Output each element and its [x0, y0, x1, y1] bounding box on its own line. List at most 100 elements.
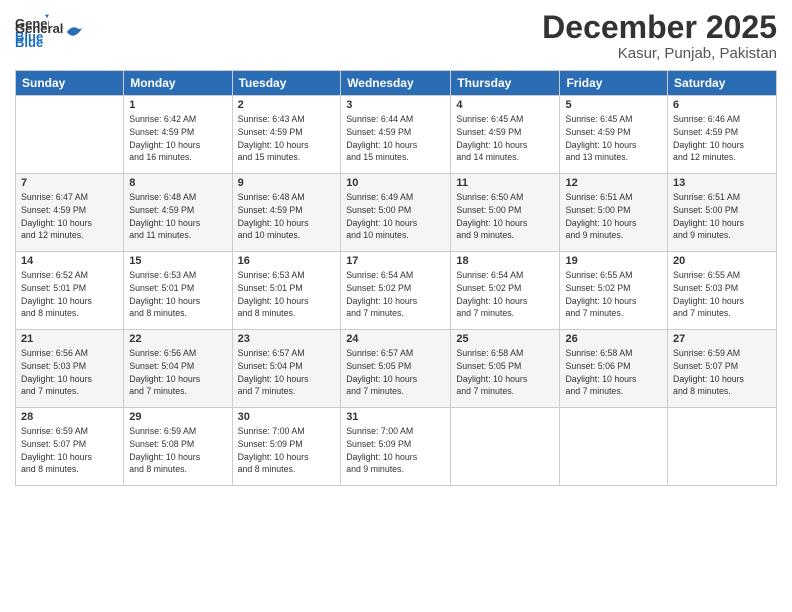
calendar-header-row: Sunday Monday Tuesday Wednesday Thursday… [16, 71, 777, 96]
calendar-cell [560, 408, 668, 486]
calendar-cell: 31 Sunrise: 7:00 AM Sunset: 5:09 PM Dayli… [341, 408, 451, 486]
day-info: Sunrise: 6:53 AM Sunset: 5:01 PM Dayligh… [129, 269, 226, 320]
header-wednesday: Wednesday [341, 71, 451, 96]
header-saturday: Saturday [668, 71, 777, 96]
calendar-cell: 9Sunrise: 6:48 AM Sunset: 4:59 PM Daylig… [232, 174, 341, 252]
header-sunday: Sunday [16, 71, 124, 96]
calendar-cell: 5 Sunrise: 6:45 AM Sunset: 4:59 PM Daylig… [560, 96, 668, 174]
day-info: Sunrise: 6:45 AM Sunset: 4:59 PM Dayligh… [565, 113, 662, 164]
calendar-week-3: 14 Sunrise: 6:52 AM Sunset: 5:01 PM Dayli… [16, 252, 777, 330]
day-info: Sunrise: 6:59 AM Sunset: 5:07 PM Dayligh… [21, 425, 118, 476]
day-info: Sunrise: 6:56 AM Sunset: 5:03 PM Dayligh… [21, 347, 118, 398]
calendar-cell: 18Sunrise: 6:54 AM Sunset: 5:02 PM Dayli… [451, 252, 560, 330]
day-info: Sunrise: 6:46 AM Sunset: 4:59 PM Dayligh… [673, 113, 771, 164]
logo-line2: Blue [15, 35, 63, 50]
day-info: Sunrise: 6:51 AM Sunset: 5:00 PM Dayligh… [673, 191, 771, 242]
day-number: 1 [129, 99, 226, 111]
calendar-cell: 29 Sunrise: 6:59 AM Sunset: 5:08 PM Dayli… [124, 408, 232, 486]
calendar-cell: 16Sunrise: 6:53 AM Sunset: 5:01 PM Dayli… [232, 252, 341, 330]
calendar-cell: 27 Sunrise: 6:59 AM Sunset: 5:07 PM Dayli… [668, 330, 777, 408]
calendar-cell: 8 Sunrise: 6:48 AM Sunset: 4:59 PM Daylig… [124, 174, 232, 252]
day-info: Sunrise: 6:48 AM Sunset: 4:59 PM Dayligh… [129, 191, 226, 242]
calendar-cell: 17 Sunrise: 6:54 AM Sunset: 5:02 PM Dayli… [341, 252, 451, 330]
day-info: Sunrise: 6:43 AM Sunset: 4:59 PM Dayligh… [238, 113, 336, 164]
logo-bird-icon [65, 23, 83, 41]
day-info: Sunrise: 6:54 AM Sunset: 5:02 PM Dayligh… [346, 269, 445, 320]
day-info: Sunrise: 6:52 AM Sunset: 5:01 PM Dayligh… [21, 269, 118, 320]
calendar-cell: 15 Sunrise: 6:53 AM Sunset: 5:01 PM Dayli… [124, 252, 232, 330]
day-number: 26 [565, 333, 662, 345]
calendar-week-5: 28 Sunrise: 6:59 AM Sunset: 5:07 PM Dayli… [16, 408, 777, 486]
day-info: Sunrise: 6:47 AM Sunset: 4:59 PM Dayligh… [21, 191, 118, 242]
day-number: 3 [346, 99, 445, 111]
day-info: Sunrise: 6:55 AM Sunset: 5:02 PM Dayligh… [565, 269, 662, 320]
sub-title: Kasur, Punjab, Pakistan [542, 45, 777, 62]
day-number: 16 [238, 255, 336, 267]
calendar-cell: 4Sunrise: 6:45 AM Sunset: 4:59 PM Daylig… [451, 96, 560, 174]
calendar-cell [668, 408, 777, 486]
day-number: 7 [21, 177, 118, 189]
day-number: 17 [346, 255, 445, 267]
day-number: 8 [129, 177, 226, 189]
header-friday: Friday [560, 71, 668, 96]
day-info: Sunrise: 7:00 AM Sunset: 5:09 PM Dayligh… [346, 425, 445, 476]
day-info: Sunrise: 6:55 AM Sunset: 5:03 PM Dayligh… [673, 269, 771, 320]
day-info: Sunrise: 6:59 AM Sunset: 5:08 PM Dayligh… [129, 425, 226, 476]
calendar-week-4: 21Sunrise: 6:56 AM Sunset: 5:03 PM Dayli… [16, 330, 777, 408]
calendar-cell: 11Sunrise: 6:50 AM Sunset: 5:00 PM Dayli… [451, 174, 560, 252]
day-number: 11 [456, 177, 554, 189]
day-info: Sunrise: 6:58 AM Sunset: 5:05 PM Dayligh… [456, 347, 554, 398]
header-tuesday: Tuesday [232, 71, 341, 96]
calendar-cell [16, 96, 124, 174]
day-info: Sunrise: 6:44 AM Sunset: 4:59 PM Dayligh… [346, 113, 445, 164]
day-number: 15 [129, 255, 226, 267]
day-number: 6 [673, 99, 771, 111]
header-monday: Monday [124, 71, 232, 96]
day-info: Sunrise: 6:42 AM Sunset: 4:59 PM Dayligh… [129, 113, 226, 164]
calendar-week-1: 1 Sunrise: 6:42 AM Sunset: 4:59 PM Daylig… [16, 96, 777, 174]
calendar-cell: 26Sunrise: 6:58 AM Sunset: 5:06 PM Dayli… [560, 330, 668, 408]
day-number: 24 [346, 333, 445, 345]
calendar-cell: 25 Sunrise: 6:58 AM Sunset: 5:05 PM Dayli… [451, 330, 560, 408]
calendar-table: Sunday Monday Tuesday Wednesday Thursday… [15, 70, 777, 486]
day-info: Sunrise: 6:49 AM Sunset: 5:00 PM Dayligh… [346, 191, 445, 242]
day-info: Sunrise: 6:59 AM Sunset: 5:07 PM Dayligh… [673, 347, 771, 398]
day-number: 4 [456, 99, 554, 111]
header-thursday: Thursday [451, 71, 560, 96]
day-number: 31 [346, 411, 445, 423]
calendar-cell: 19 Sunrise: 6:55 AM Sunset: 5:02 PM Dayli… [560, 252, 668, 330]
calendar-cell: 14 Sunrise: 6:52 AM Sunset: 5:01 PM Dayli… [16, 252, 124, 330]
calendar-cell: 24Sunrise: 6:57 AM Sunset: 5:05 PM Dayli… [341, 330, 451, 408]
day-number: 25 [456, 333, 554, 345]
calendar-cell: 3 Sunrise: 6:44 AM Sunset: 4:59 PM Daylig… [341, 96, 451, 174]
calendar-cell: 7 Sunrise: 6:47 AM Sunset: 4:59 PM Daylig… [16, 174, 124, 252]
title-block: December 2025 Kasur, Punjab, Pakistan [542, 10, 777, 62]
header: General Blue General Blue December 2025 … [15, 10, 777, 62]
calendar-cell: 10 Sunrise: 6:49 AM Sunset: 5:00 PM Dayli… [341, 174, 451, 252]
calendar-week-2: 7 Sunrise: 6:47 AM Sunset: 4:59 PM Daylig… [16, 174, 777, 252]
main-title: December 2025 [542, 10, 777, 45]
day-info: Sunrise: 7:00 AM Sunset: 5:09 PM Dayligh… [238, 425, 336, 476]
day-info: Sunrise: 6:48 AM Sunset: 4:59 PM Dayligh… [238, 191, 336, 242]
calendar-cell: 30Sunrise: 7:00 AM Sunset: 5:09 PM Dayli… [232, 408, 341, 486]
calendar-cell: 23Sunrise: 6:57 AM Sunset: 5:04 PM Dayli… [232, 330, 341, 408]
day-number: 14 [21, 255, 118, 267]
calendar-cell: 6 Sunrise: 6:46 AM Sunset: 4:59 PM Daylig… [668, 96, 777, 174]
day-number: 19 [565, 255, 662, 267]
day-number: 20 [673, 255, 771, 267]
calendar-cell: 21Sunrise: 6:56 AM Sunset: 5:03 PM Dayli… [16, 330, 124, 408]
day-info: Sunrise: 6:51 AM Sunset: 5:00 PM Dayligh… [565, 191, 662, 242]
calendar-cell: 1 Sunrise: 6:42 AM Sunset: 4:59 PM Daylig… [124, 96, 232, 174]
day-info: Sunrise: 6:54 AM Sunset: 5:02 PM Dayligh… [456, 269, 554, 320]
day-number: 27 [673, 333, 771, 345]
day-number: 5 [565, 99, 662, 111]
logo: General Blue General Blue [15, 14, 83, 50]
calendar-cell: 20 Sunrise: 6:55 AM Sunset: 5:03 PM Dayli… [668, 252, 777, 330]
day-number: 10 [346, 177, 445, 189]
day-number: 29 [129, 411, 226, 423]
day-number: 28 [21, 411, 118, 423]
logo-line1: General [15, 21, 63, 36]
calendar-cell: 13Sunrise: 6:51 AM Sunset: 5:00 PM Dayli… [668, 174, 777, 252]
calendar-cell: 22Sunrise: 6:56 AM Sunset: 5:04 PM Dayli… [124, 330, 232, 408]
day-number: 22 [129, 333, 226, 345]
